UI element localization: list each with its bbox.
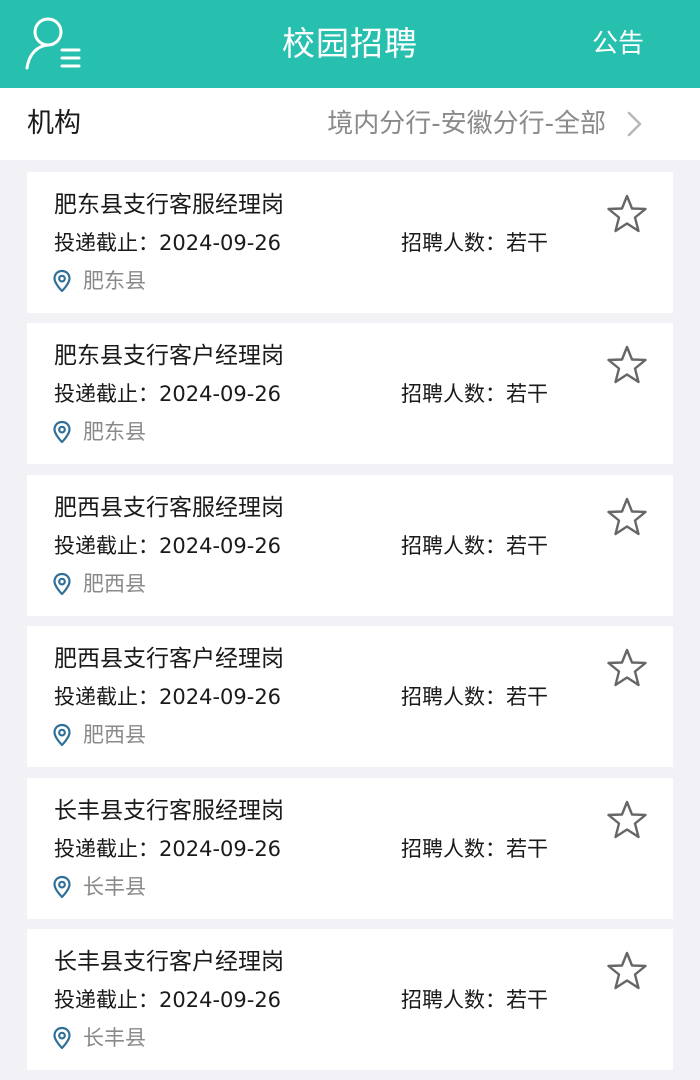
job-card[interactable]: 肥东县支行客服经理岗 投递截止：2024-09-26 招聘人数：若干 肥东县	[27, 172, 673, 313]
job-location: 长丰县	[51, 872, 146, 902]
job-deadline: 投递截止：2024-09-26	[54, 685, 282, 710]
location-pin-icon	[53, 875, 71, 898]
job-location-text: 长丰县	[83, 874, 146, 899]
star-outline-icon[interactable]	[605, 192, 649, 236]
star-outline-icon[interactable]	[605, 646, 649, 690]
job-location-text: 长丰县	[83, 1025, 146, 1050]
job-location-text: 肥西县	[83, 723, 146, 748]
location-pin-icon	[53, 724, 71, 747]
job-headcount: 招聘人数：若干	[401, 836, 548, 861]
star-outline-icon[interactable]	[605, 495, 649, 539]
job-location: 长丰县	[51, 1023, 146, 1053]
job-title: 肥西县支行客服经理岗	[54, 494, 284, 521]
filter-label: 机构	[27, 108, 81, 139]
job-deadline: 投递截止：2024-09-26	[54, 382, 282, 407]
job-headcount: 招聘人数：若干	[401, 685, 548, 710]
notice-button[interactable]: 公告	[592, 0, 644, 88]
job-headcount: 招聘人数：若干	[401, 533, 548, 558]
job-card[interactable]: 肥西县支行客户经理岗 投递截止：2024-09-26 招聘人数：若干 肥西县	[27, 626, 673, 768]
user-menu-icon	[25, 17, 81, 70]
job-location: 肥西县	[51, 720, 146, 750]
job-deadline: 投递截止：2024-09-26	[54, 533, 282, 558]
job-headcount: 招聘人数：若干	[401, 382, 548, 407]
job-location-text: 肥西县	[83, 571, 146, 596]
star-outline-icon[interactable]	[605, 949, 649, 993]
job-deadline: 投递截止：2024-09-26	[54, 987, 282, 1012]
filter-value: 境内分行-安徽分行-全部	[327, 109, 606, 139]
job-deadline: 投递截止：2024-09-26	[54, 836, 282, 861]
job-title: 长丰县支行客服经理岗	[54, 797, 284, 824]
job-location: 肥西县	[51, 569, 146, 599]
job-location-text: 肥东县	[83, 269, 146, 293]
organization-filter[interactable]: 机构 境内分行-安徽分行-全部	[0, 88, 700, 160]
job-card[interactable]: 长丰县支行客户经理岗 投递截止：2024-09-26 招聘人数：若干 长丰县	[27, 928, 673, 1070]
job-list: 肥东县支行客服经理岗 投递截止：2024-09-26 招聘人数：若干 肥东县 肥…	[27, 172, 673, 1080]
job-location-text: 肥东县	[83, 420, 146, 445]
job-location: 肥东县	[51, 417, 146, 447]
job-headcount: 招聘人数：若干	[401, 987, 548, 1012]
job-card[interactable]: 长丰县支行客服经理岗 投递截止：2024-09-26 招聘人数：若干 长丰县	[27, 777, 673, 919]
job-title: 肥西县支行客户经理岗	[54, 646, 284, 673]
job-card[interactable]: 肥西县支行客服经理岗 投递截止：2024-09-26 招聘人数：若干 肥西县	[27, 474, 673, 616]
job-deadline: 投递截止：2024-09-26	[54, 231, 282, 255]
chevron-right-icon	[627, 111, 642, 137]
job-title: 肥东县支行客服经理岗	[54, 192, 284, 218]
job-title: 长丰县支行客户经理岗	[54, 948, 284, 975]
location-pin-icon	[53, 572, 71, 595]
location-pin-icon	[53, 1026, 71, 1050]
job-headcount: 招聘人数：若干	[401, 231, 548, 255]
app-header: 校园招聘 公告	[0, 0, 700, 88]
star-outline-icon[interactable]	[605, 798, 649, 842]
user-menu-button[interactable]	[24, 14, 84, 72]
job-title: 肥东县支行客户经理岗	[54, 343, 284, 370]
location-pin-icon	[53, 421, 71, 444]
star-outline-icon[interactable]	[605, 343, 649, 387]
job-card[interactable]: 肥东县支行客户经理岗 投递截止：2024-09-26 招聘人数：若干 肥东县	[27, 323, 673, 465]
job-location: 肥东县	[51, 266, 146, 296]
location-pin-icon	[53, 269, 71, 293]
